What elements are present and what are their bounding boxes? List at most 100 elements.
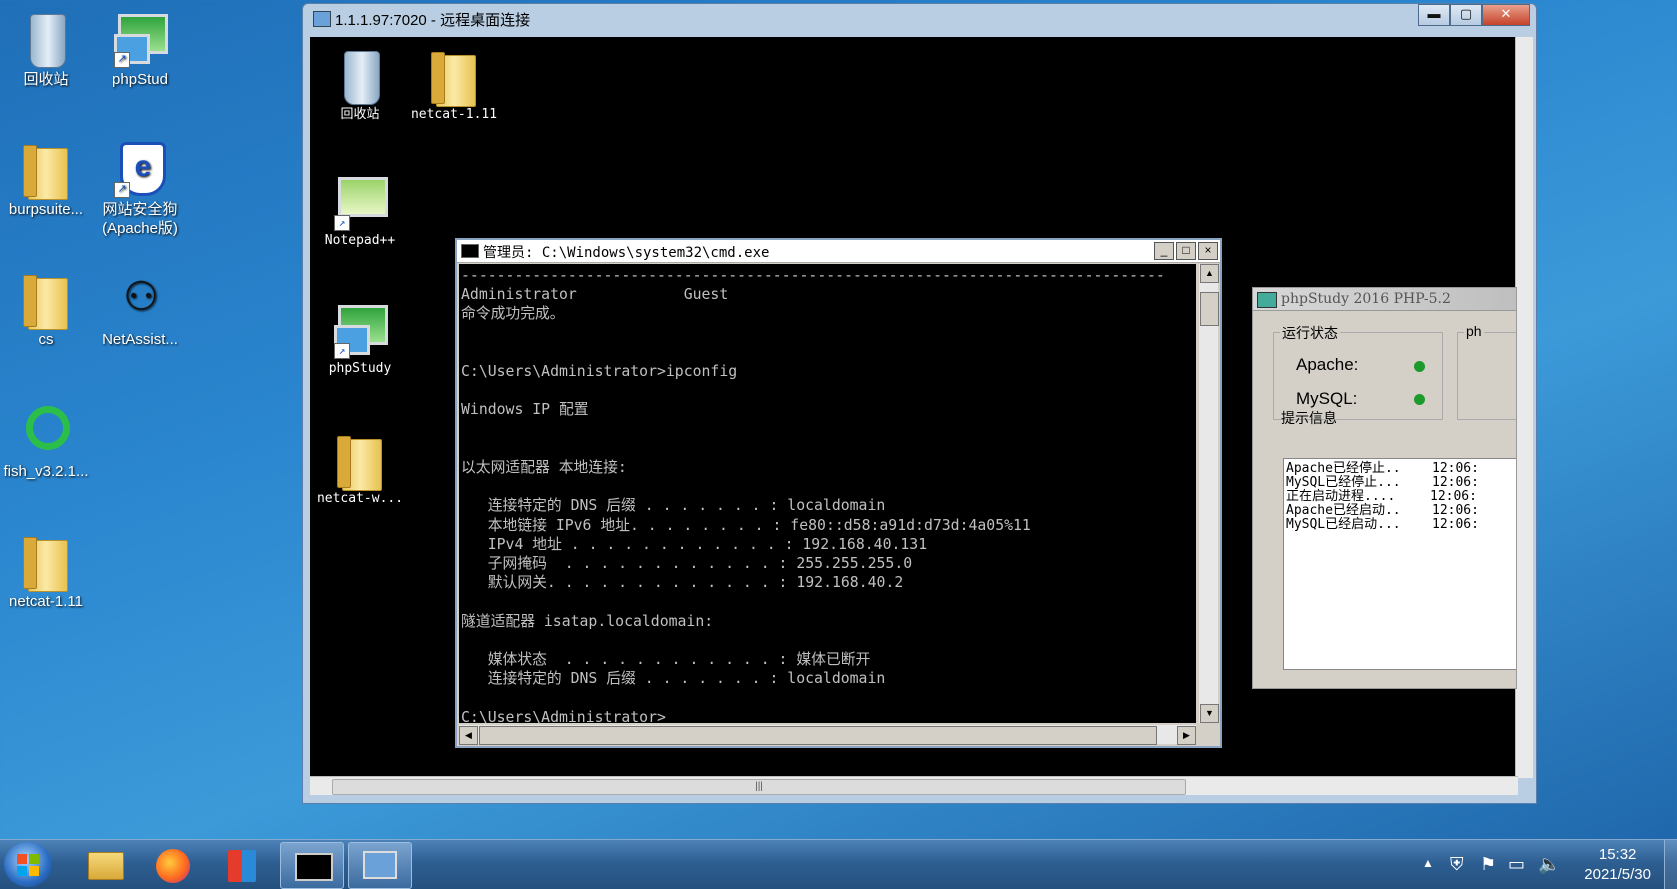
maximize-button[interactable]: ▢ [1450,4,1482,26]
rdp-title-bar[interactable]: 1.1.1.97:7020 - 远程桌面连接 ▬ ▢ ✕ [303,4,1536,34]
rdp-title: 1.1.1.97:7020 - 远程桌面连接 [335,12,531,29]
zip-folder-icon [337,436,382,491]
right-group: ph [1457,323,1516,420]
folder-icon [23,275,68,330]
scroll-left-arrow-icon[interactable]: ◀ [459,726,478,745]
network-nodes-icon: ⚇ [123,275,159,319]
log-row: Apache已经启动.. 12:06: [1286,503,1479,518]
desktop-icon-label: netcat-1.11 [9,593,83,610]
taskbar-firefox[interactable] [142,842,204,887]
cmd-close-button[interactable]: × [1198,242,1218,260]
windows-logo-icon [17,854,39,876]
desktop-icon-cs[interactable]: cs [0,268,94,349]
right-group-label: ph [1464,323,1484,339]
recycle-bin-icon [344,51,380,105]
desktop-icon-label: cs [38,331,54,348]
shortcut-arrow-icon: ↗ [334,215,350,231]
cmd-icon [295,853,333,881]
cmd-console[interactable]: ----------------------------------------… [459,264,1196,723]
remote-desktop-icon [363,851,397,879]
phpstudy-window: phpStudy 2016 PHP-5.2 运行状态 Apache: MySQL… [1252,287,1517,689]
desktop-icon-netassist[interactable]: ⚇ NetAssist... [92,268,188,349]
rdp-horizontal-scrollbar[interactable]: ||| [310,776,1518,795]
desktop-icon-label: fish_v3.2.1... [3,463,89,480]
log-row: 正在启动进程.... 12:06: [1286,489,1477,504]
remote-icon-phpstudy[interactable]: ↗ phpStudy [314,299,406,377]
clock[interactable]: 15:32 2021/5/30 [1584,845,1651,885]
volume-icon[interactable]: 🔈 [1538,854,1560,875]
desktop-icon-label: 回收站 [23,71,69,88]
log-row: MySQL已经启动... 12:06: [1286,517,1479,532]
desktop-icon-burpsuite[interactable]: burpsuite... [0,138,94,219]
desktop-icon-safedog[interactable]: e ↗ 网站安全狗(Apache版) [92,138,188,238]
firefox-icon [156,849,190,883]
info-group-label: 提示信息 [1281,410,1337,426]
remote-icon-label: 回收站 [340,107,380,122]
taskbar-cmd[interactable] [280,842,344,889]
cmd-window: 管理员: C:\Windows\system32\cmd.exe _ □ × -… [455,238,1222,748]
start-button[interactable] [4,842,52,887]
clock-time: 15:32 [1598,846,1637,863]
phpstudy-icon [1257,292,1277,308]
remote-icon-label: netcat-1.11 [410,107,498,122]
desktop-icon-recycle-bin[interactable]: 回收站 [0,8,94,89]
folder-icon [88,852,124,880]
remote-icon-label: netcat-w... [316,491,404,506]
clock-date: 2021/5/30 [1584,866,1651,883]
scroll-thumb[interactable] [1200,292,1219,326]
remote-icon-netcat[interactable]: netcat-1.11 [408,45,500,123]
fish-app-icon [26,406,70,450]
desktop-icon-fish[interactable]: fish_v3.2.1... [0,400,94,481]
scroll-down-arrow-icon[interactable]: ▼ [1200,704,1219,723]
log-list[interactable]: Apache已经停止.. 12:06: MySQL已经停止... 12:06: 正在… [1283,458,1516,670]
remote-icon-label: phpStudy [328,361,392,376]
apache-status-label: Apache: [1296,355,1359,374]
scroll-up-arrow-icon[interactable]: ▲ [1200,264,1219,283]
cmd-maximize-button[interactable]: □ [1176,242,1196,260]
log-row: MySQL已经停止... 12:06: [1286,475,1479,490]
network-icon[interactable]: ▭ [1508,854,1525,875]
remote-icon-netcat-w[interactable]: netcat-w... [314,429,406,507]
folder-icon [23,145,68,200]
log-row: Apache已经停止.. 12:06: [1286,461,1479,476]
scroll-right-arrow-icon[interactable]: ▶ [1177,726,1196,745]
apache-status-indicator-icon [1414,361,1425,372]
phpstudy-title-bar[interactable]: phpStudy 2016 PHP-5.2 [1253,288,1516,311]
shortcut-arrow-icon: ↗ [334,343,350,359]
cmd-vertical-scrollbar[interactable]: ▲ ▼ [1199,264,1219,723]
taskbar-explorer[interactable] [74,842,136,887]
desktop-icon-label: NetAssist... [102,331,178,348]
minimize-button[interactable]: ▬ [1418,4,1450,26]
taskbar: ▲ ⛨ ⚑ ▭ 🔈 15:32 2021/5/30 [0,839,1677,889]
action-center-flag-icon[interactable]: ⚑ [1480,854,1496,875]
folder-icon [431,52,476,107]
shortcut-arrow-icon: ↗ [114,182,130,198]
cmd-horizontal-scrollbar[interactable]: ◀ ▶ [459,725,1196,745]
show-hidden-icons-arrow-icon[interactable]: ▲ [1422,856,1434,870]
scroll-thumb[interactable] [479,726,1157,745]
taskbar-remote-desktop[interactable] [348,842,412,889]
desktop-icon-label: burpsuite... [8,201,84,218]
cmd-minimize-button[interactable]: _ [1154,242,1174,260]
remote-icon-recycle-bin[interactable]: 回收站 [314,45,406,123]
cmd-title: 管理员: C:\Windows\system32\cmd.exe [483,245,770,261]
remote-icon-notepadpp[interactable]: ↗ Notepad++ [314,171,406,249]
mysql-status-indicator-icon [1414,394,1425,405]
notepadpp-icon [338,177,388,217]
desktop-icon-netcat[interactable]: netcat-1.11 [0,530,94,611]
desktop-icon-label: phpStud [112,71,168,88]
rdp-vertical-scrollbar[interactable] [1515,37,1533,778]
mysql-status-label: MySQL: [1296,389,1358,408]
cmd-icon [461,244,479,258]
show-desktop-button[interactable] [1664,840,1677,889]
desktop-icon-label: 网站安全狗(Apache版) [102,201,178,237]
run-status-label: 运行状态 [1280,323,1340,343]
cmd-title-bar[interactable]: 管理员: C:\Windows\system32\cmd.exe _ □ × [457,240,1220,263]
security-shield-icon[interactable]: ⛨ [1450,854,1464,875]
scroll-thumb[interactable]: ||| [332,779,1186,795]
run-status-group: 运行状态 Apache: MySQL: [1273,323,1443,420]
desktop-icon-phpstudy[interactable]: ↗ phpStud [92,8,188,89]
close-button[interactable]: ✕ [1482,4,1530,26]
recycle-bin-icon [30,14,66,68]
taskbar-app-puzzle[interactable] [210,842,272,887]
